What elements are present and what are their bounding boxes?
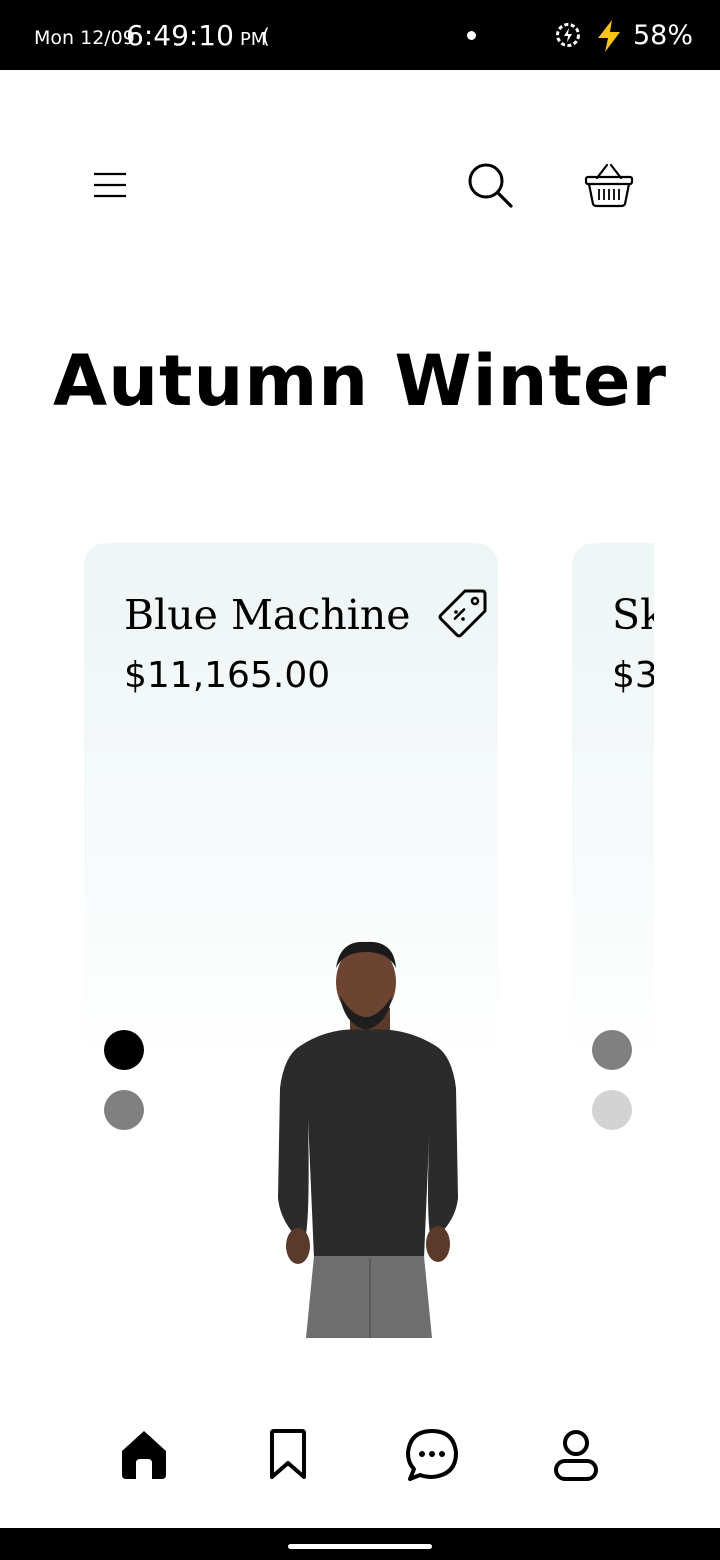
product-price: $3	[612, 655, 654, 696]
charging-bolt-icon	[598, 20, 620, 52]
battery-level: 58%	[633, 20, 694, 51]
menu-icon[interactable]	[90, 168, 130, 202]
product-image	[278, 941, 458, 1338]
status-bar: Mon 12/09 6:49:10 PM ( 58%	[0, 0, 720, 70]
chat-icon[interactable]	[404, 1427, 460, 1483]
price-tag-icon[interactable]	[435, 586, 489, 640]
home-gesture-handle[interactable]	[288, 1544, 432, 1549]
gesture-bar	[0, 1528, 720, 1560]
home-icon[interactable]	[116, 1427, 172, 1483]
status-clock: 6:49:10	[126, 19, 234, 52]
status-time: 6:49:10 PM	[126, 19, 266, 52]
color-swatch-gray[interactable]	[592, 1030, 632, 1070]
bookmark-icon[interactable]	[260, 1427, 316, 1483]
status-date: Mon 12/09	[34, 27, 135, 49]
search-icon[interactable]	[465, 160, 515, 210]
data-saver-icon	[556, 23, 580, 47]
basket-icon[interactable]	[583, 160, 635, 210]
color-swatch-gray[interactable]	[104, 1090, 144, 1130]
page-title: Autumn Winter	[53, 340, 667, 422]
color-swatch-light-gray[interactable]	[592, 1090, 632, 1130]
status-extra-icon: (	[262, 24, 270, 48]
profile-icon[interactable]	[548, 1427, 604, 1483]
notification-dot-icon	[467, 31, 476, 40]
product-name: Sk	[612, 591, 654, 639]
product-card[interactable]: Sk $3	[572, 543, 654, 1063]
product-price: $11,165.00	[124, 655, 331, 696]
product-name: Blue Machine	[124, 591, 411, 639]
color-swatch-black[interactable]	[104, 1030, 144, 1070]
